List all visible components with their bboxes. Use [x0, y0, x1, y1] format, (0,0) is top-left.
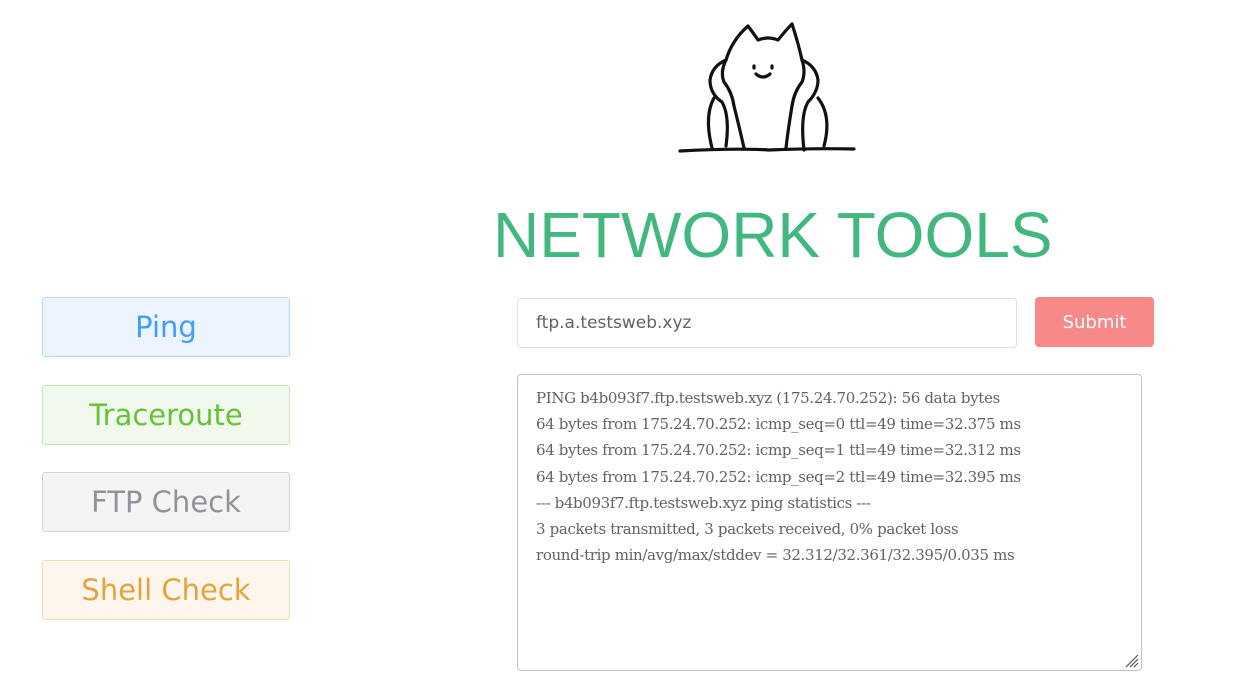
submit-button[interactable]: Submit	[1035, 297, 1154, 347]
ftp-check-button[interactable]: FTP Check	[42, 472, 290, 532]
traceroute-button[interactable]: Traceroute	[42, 385, 290, 445]
ping-button[interactable]: Ping	[42, 297, 290, 357]
output-line: round-trip min/avg/max/stddev = 32.312/3…	[536, 546, 1015, 565]
resize-handle-icon[interactable]	[1123, 652, 1139, 668]
submit-button-label: Submit	[1062, 311, 1127, 333]
output-textarea[interactable]: PING b4b093f7.ftp.testsweb.xyz (175.24.7…	[517, 374, 1142, 671]
output-line: 64 bytes from 175.24.70.252: icmp_seq=2 …	[536, 467, 1021, 486]
traceroute-button-label: Traceroute	[89, 398, 243, 432]
output-line: PING b4b093f7.ftp.testsweb.xyz (175.24.7…	[536, 389, 1000, 407]
shell-check-button-label: Shell Check	[81, 573, 251, 607]
output-line: 64 bytes from 175.24.70.252: icmp_seq=0 …	[536, 415, 1021, 434]
ftp-check-button-label: FTP Check	[91, 485, 241, 519]
host-input[interactable]	[517, 298, 1017, 348]
page-title: NETWORK TOOLS	[493, 199, 1053, 271]
cat-icon	[678, 22, 856, 153]
network-tools-page: NETWORK TOOLS Ping Traceroute FTP Check …	[0, 0, 1254, 686]
ping-button-label: Ping	[135, 310, 197, 344]
shell-check-button[interactable]: Shell Check	[42, 560, 290, 620]
output-line: 64 bytes from 175.24.70.252: icmp_seq=1 …	[536, 441, 1021, 460]
output-line: 3 packets transmitted, 3 packets receive…	[536, 520, 959, 539]
output-line: --- b4b093f7.ftp.testsweb.xyz ping stati…	[536, 493, 871, 512]
